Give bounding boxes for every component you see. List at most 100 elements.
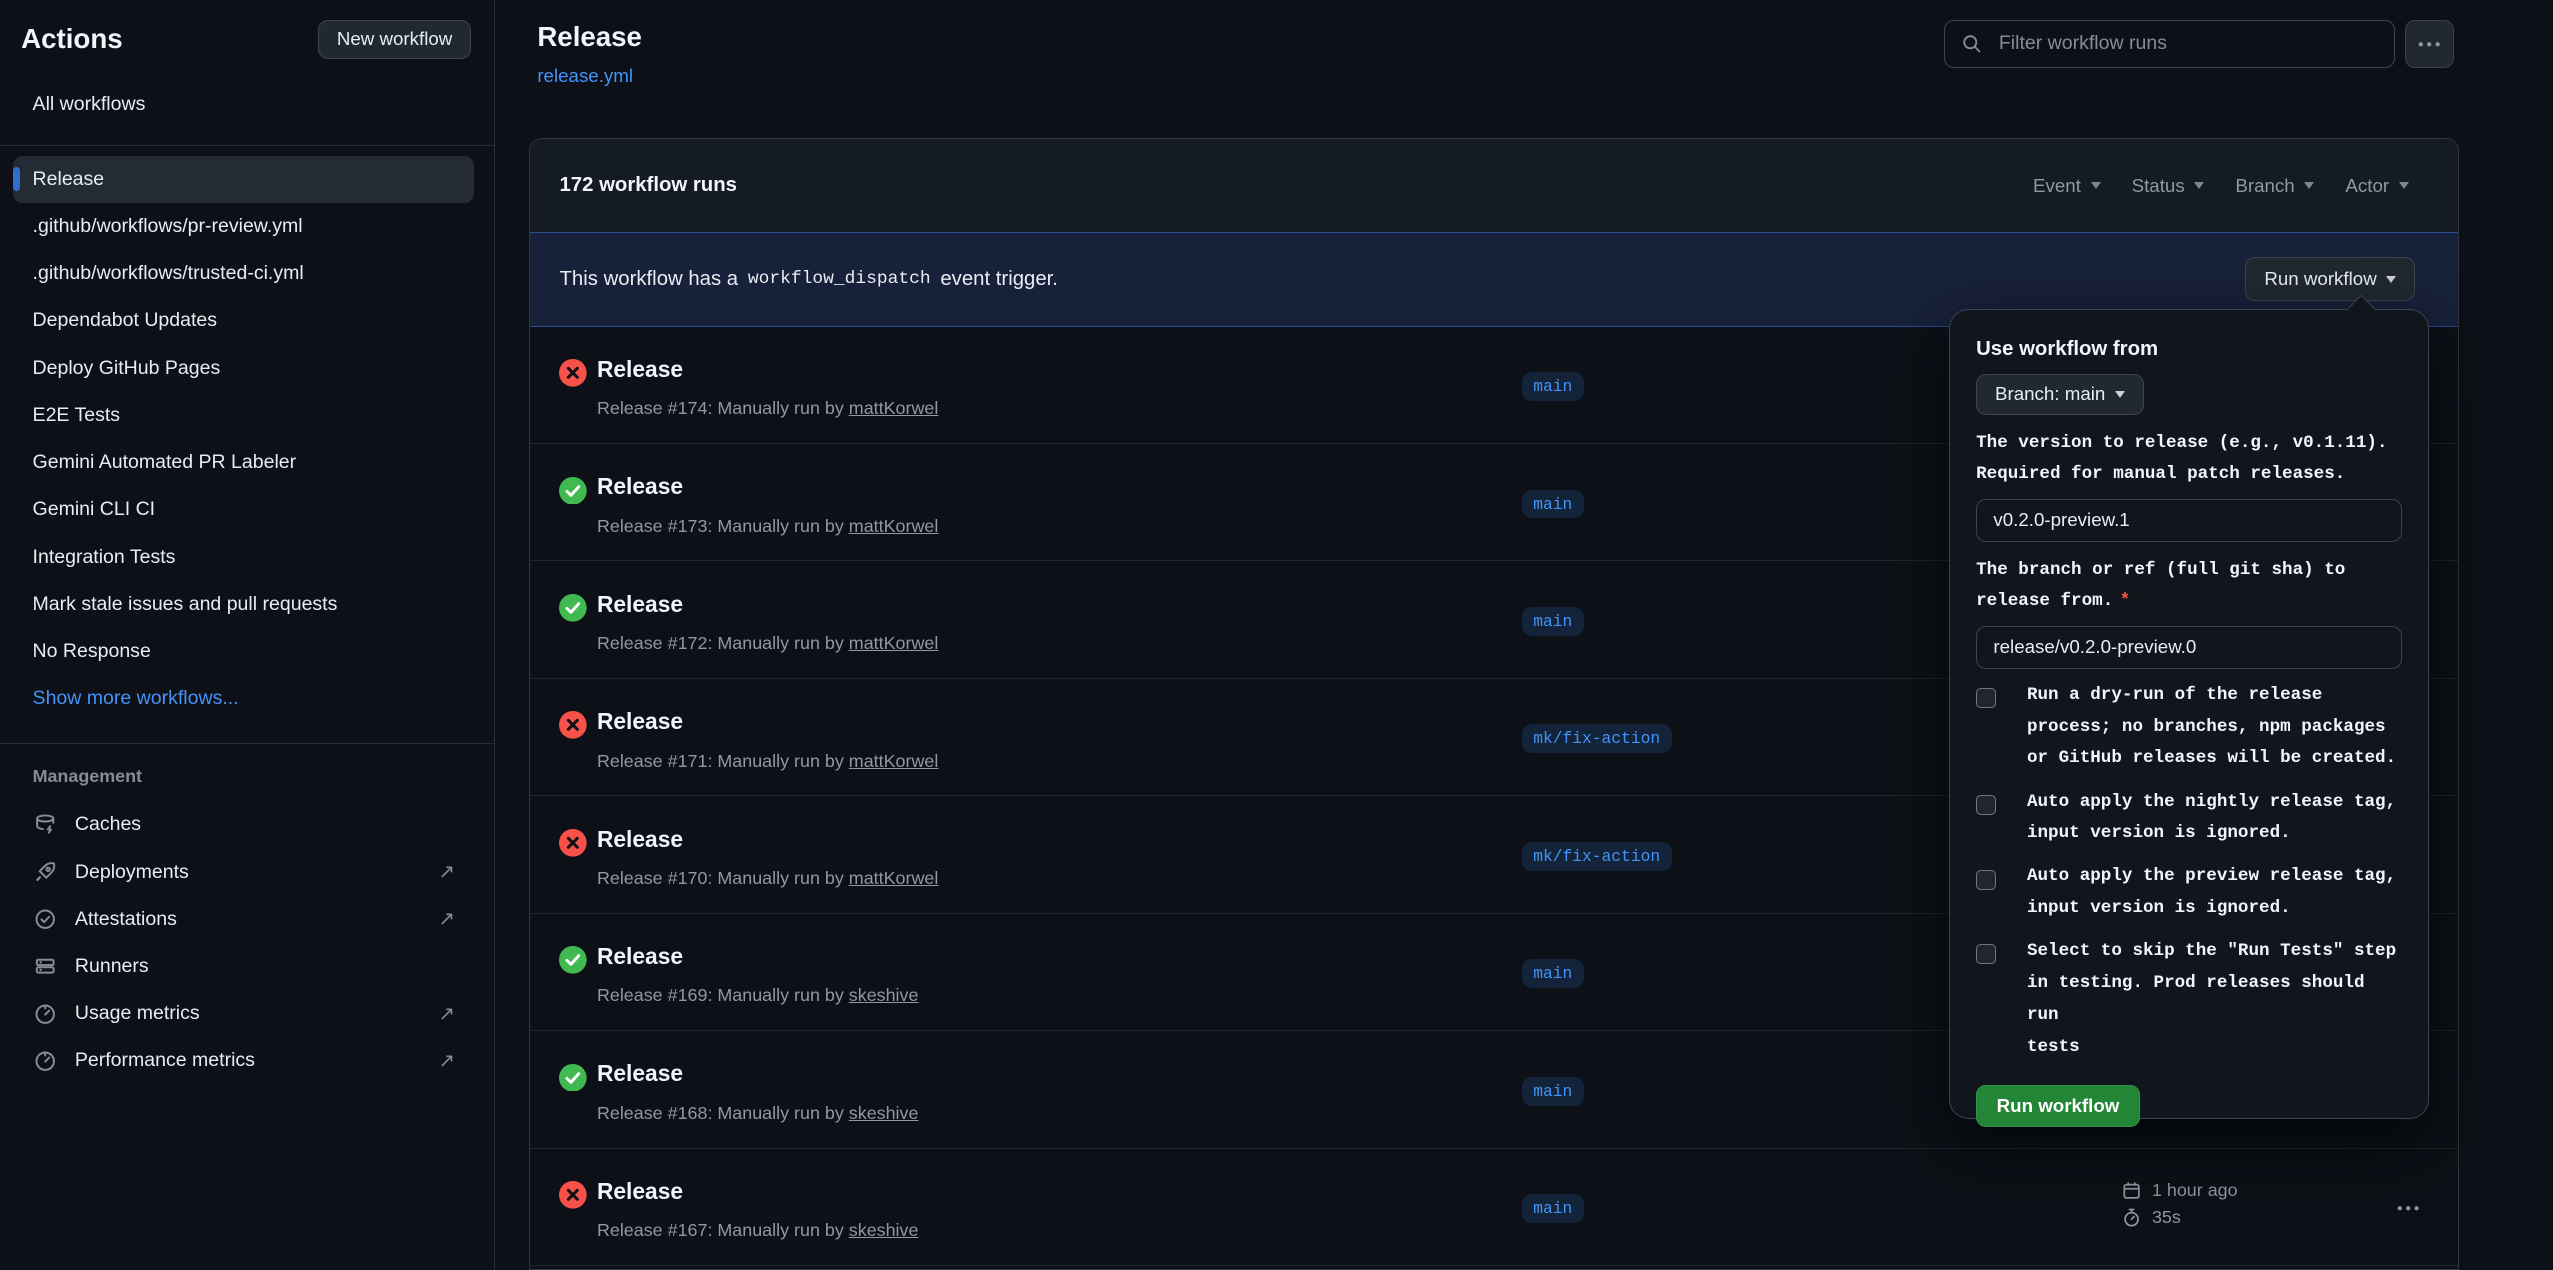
actor-link[interactable]: mattKorwel bbox=[849, 633, 939, 653]
filter-dropdown-branch[interactable]: Branch bbox=[2235, 175, 2314, 197]
checkbox[interactable] bbox=[1976, 944, 1996, 964]
branch-select-button[interactable]: Branch: main bbox=[1976, 374, 2144, 415]
ref-input[interactable] bbox=[1976, 626, 2402, 668]
checkbox[interactable] bbox=[1976, 870, 1996, 890]
sidebar-workflow-item[interactable]: Integration Tests bbox=[13, 533, 474, 580]
branch-badge[interactable]: main bbox=[1522, 1077, 1584, 1106]
sidebar-workflow-item[interactable]: No Response bbox=[13, 628, 474, 675]
runs-count: 172 workflow runs bbox=[559, 174, 737, 197]
sidebar-workflow-item[interactable]: E2E Tests bbox=[13, 392, 474, 439]
failure-icon bbox=[559, 829, 587, 857]
actions-title: Actions bbox=[21, 23, 122, 55]
popup-options: Run a dry-run of the releaseprocess; no … bbox=[1976, 680, 2402, 1063]
sidebar-workflow-item[interactable]: Dependabot Updates bbox=[13, 297, 474, 344]
verified-icon bbox=[33, 906, 59, 932]
actor-link[interactable]: skeshive bbox=[849, 985, 919, 1005]
rocket-icon bbox=[33, 859, 59, 885]
popup-checkbox-option[interactable]: Auto apply the nightly release tag,input… bbox=[1976, 787, 2402, 851]
filter-dropdown-status[interactable]: Status bbox=[2132, 175, 2205, 197]
runs-list-header: 172 workflow runs Event Status Branch Actor bbox=[530, 139, 2458, 232]
branch-badge[interactable]: main bbox=[1522, 607, 1584, 636]
management-label: Usage metrics bbox=[75, 1002, 200, 1025]
actor-link[interactable]: mattKorwel bbox=[849, 868, 939, 888]
workflow-list: Release .github/workflows/pr-review.yml .g… bbox=[0, 156, 494, 675]
workflow-label: Release bbox=[33, 168, 105, 191]
actions-page: Actions New workflow All workflows Relea… bbox=[0, 0, 2553, 1270]
branch-badge[interactable]: main bbox=[1522, 490, 1584, 519]
sidebar-management-item[interactable]: Caches bbox=[0, 801, 494, 848]
external-link-icon: ↗ bbox=[439, 1049, 455, 1073]
actor-link[interactable]: mattKorwel bbox=[849, 398, 939, 418]
workflow-label: Deploy GitHub Pages bbox=[33, 357, 221, 380]
checkbox[interactable] bbox=[1976, 795, 1996, 815]
external-link-icon: ↗ bbox=[439, 860, 455, 884]
workflow-label: No Response bbox=[33, 640, 151, 663]
run-title-link[interactable]: Release bbox=[597, 1060, 683, 1087]
stopwatch-icon bbox=[2121, 1207, 2142, 1228]
failure-icon bbox=[559, 359, 587, 387]
branch-badge[interactable]: main bbox=[1522, 1194, 1584, 1223]
branch-badge[interactable]: mk/fix-action bbox=[1522, 842, 1672, 871]
run-description: Release #174: Manually run by mattKorwel bbox=[597, 398, 938, 419]
management-label: Attestations bbox=[75, 908, 177, 931]
run-description: Release #168: Manually run by skeshive bbox=[597, 1103, 919, 1124]
header-kebab-menu-button[interactable] bbox=[2405, 20, 2454, 69]
new-workflow-button[interactable]: New workflow bbox=[318, 20, 471, 59]
branch-badge[interactable]: mk/fix-action bbox=[1522, 724, 1672, 753]
run-title-link[interactable]: Release bbox=[597, 1178, 683, 1205]
run-title-link[interactable]: Release bbox=[597, 356, 683, 383]
checkbox[interactable] bbox=[1976, 688, 1996, 708]
filter-dropdown-event[interactable]: Event bbox=[2033, 175, 2101, 197]
run-title-link[interactable]: Release bbox=[597, 826, 683, 853]
sidebar-management-item[interactable]: Usage metrics ↗ bbox=[0, 990, 494, 1037]
branch-badge[interactable]: main bbox=[1522, 372, 1584, 401]
run-workflow-submit-button[interactable]: Run workflow bbox=[1976, 1085, 2140, 1127]
sidebar-management-item[interactable]: Attestations ↗ bbox=[0, 896, 494, 943]
sidebar-item-all-workflows[interactable]: All workflows bbox=[13, 85, 474, 124]
version-input[interactable] bbox=[1976, 499, 2402, 541]
sidebar-workflow-item[interactable]: Deploy GitHub Pages bbox=[13, 345, 474, 392]
show-more-workflows-link[interactable]: Show more workflows... bbox=[13, 675, 474, 722]
search-input[interactable] bbox=[1996, 31, 2378, 57]
actor-link[interactable]: skeshive bbox=[849, 1220, 919, 1240]
workflow-run-row[interactable]: Release Release #167: Manually run by sk… bbox=[530, 1148, 2458, 1265]
sidebar-workflow-item-selected[interactable]: Release bbox=[13, 156, 474, 203]
sidebar-management-item[interactable]: Deployments ↗ bbox=[0, 848, 494, 895]
caret-down-icon bbox=[2091, 182, 2101, 189]
workflow-label: .github/workflows/trusted-ci.yml bbox=[33, 262, 304, 285]
failure-icon bbox=[559, 711, 587, 739]
run-title-link[interactable]: Release bbox=[597, 943, 683, 970]
banner-text-before: This workflow has a bbox=[559, 268, 738, 291]
run-workflow-dropdown-button[interactable]: Run workflow bbox=[2245, 257, 2415, 301]
sidebar-management-item[interactable]: Runners bbox=[0, 943, 494, 990]
popup-checkbox-option[interactable]: Select to skip the "Run Tests" stepin te… bbox=[1976, 936, 2402, 1063]
actor-link[interactable]: mattKorwel bbox=[849, 516, 939, 536]
sidebar-workflow-item[interactable]: .github/workflows/trusted-ci.yml bbox=[13, 250, 474, 297]
sidebar-workflow-item[interactable]: Gemini CLI CI bbox=[13, 486, 474, 533]
sidebar-workflow-item[interactable]: Mark stale issues and pull requests bbox=[13, 581, 474, 628]
management-label: Caches bbox=[75, 813, 141, 836]
run-description: Release #171: Manually run by mattKorwel bbox=[597, 751, 938, 772]
workflow-file-link[interactable]: release.yml bbox=[537, 65, 642, 87]
sidebar-workflow-item[interactable]: .github/workflows/pr-review.yml bbox=[13, 203, 474, 250]
kebab-menu-icon[interactable] bbox=[2396, 1196, 2420, 1220]
sidebar-workflow-item[interactable]: Gemini Automated PR Labeler bbox=[13, 439, 474, 486]
gauge-icon bbox=[33, 1001, 59, 1027]
divider bbox=[0, 743, 494, 744]
run-title-link[interactable]: Release bbox=[597, 473, 683, 500]
sidebar-management-item[interactable]: Performance metrics ↗ bbox=[0, 1037, 494, 1084]
actor-link[interactable]: mattKorwel bbox=[849, 751, 939, 771]
success-icon bbox=[559, 594, 587, 622]
popup-checkbox-option[interactable]: Run a dry-run of the releaseprocess; no … bbox=[1976, 680, 2402, 775]
server-icon bbox=[33, 953, 59, 979]
run-title-link[interactable]: Release bbox=[597, 708, 683, 735]
branch-badge[interactable]: main bbox=[1522, 959, 1584, 988]
filter-label: Event bbox=[2033, 175, 2081, 197]
actor-link[interactable]: skeshive bbox=[849, 1103, 919, 1123]
workflow-label: Mark stale issues and pull requests bbox=[33, 593, 338, 616]
caret-down-icon bbox=[2386, 276, 2396, 283]
workflow-label: Integration Tests bbox=[33, 546, 176, 569]
run-title-link[interactable]: Release bbox=[597, 591, 683, 618]
popup-checkbox-option[interactable]: Auto apply the preview release tag,input… bbox=[1976, 861, 2402, 925]
filter-dropdown-actor[interactable]: Actor bbox=[2345, 175, 2408, 197]
